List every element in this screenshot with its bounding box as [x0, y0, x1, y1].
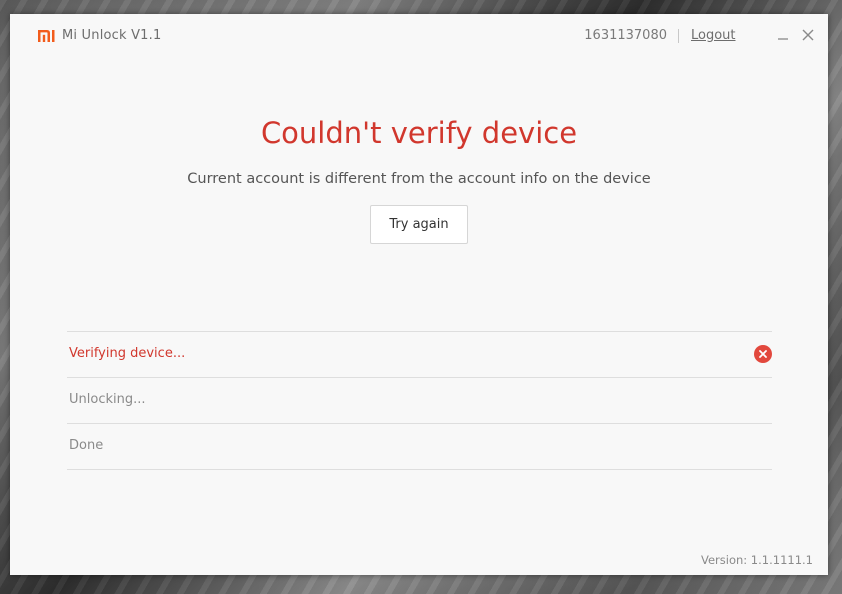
logout-link[interactable]: Logout [691, 28, 736, 43]
step-unlocking: Unlocking... [67, 377, 772, 423]
progress-steps: Verifying device... Unlocking... Done [67, 331, 772, 470]
step-verifying-device: Verifying device... [67, 331, 772, 377]
step-done: Done [67, 423, 772, 470]
mi-logo-icon [38, 30, 55, 42]
step-label: Verifying device... [69, 346, 186, 361]
step-label: Unlocking... [69, 392, 146, 407]
minimize-icon[interactable] [774, 26, 792, 44]
error-title: Couldn't verify device [260, 116, 578, 150]
mi-unlock-window: Mi Unlock V1.1 1631137080 Logout Couldn'… [10, 14, 828, 575]
error-description: Current account is different from the ac… [187, 171, 651, 187]
try-again-button[interactable]: Try again [370, 205, 468, 244]
account-id: 1631137080 [584, 28, 667, 43]
close-icon[interactable] [799, 26, 817, 44]
version-label: Version: 1.1.1111.1 [700, 553, 813, 567]
step-label: Done [69, 438, 104, 453]
title-bar[interactable]: Mi Unlock V1.1 1631137080 Logout [10, 14, 828, 58]
header-divider [678, 29, 679, 43]
app-title: Mi Unlock V1.1 [62, 28, 162, 43]
error-x-circle-icon [754, 345, 772, 363]
